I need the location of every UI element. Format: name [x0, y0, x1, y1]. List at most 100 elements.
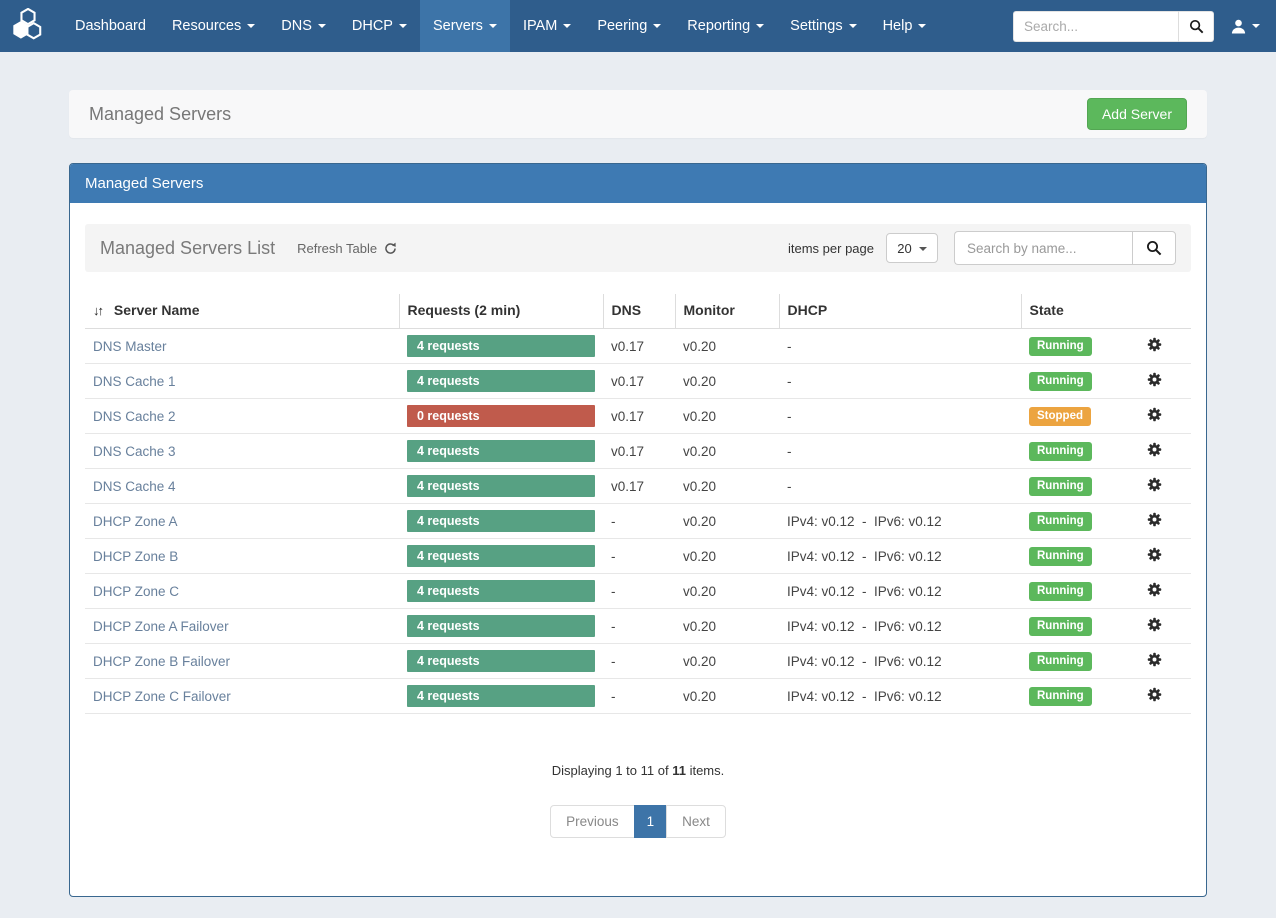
table-row: DNS Cache 2 0 requests v0.17 v0.20 - Sto… [85, 399, 1191, 434]
chevron-down-icon [563, 24, 571, 28]
server-settings-button[interactable] [1147, 407, 1162, 422]
requests-progress-bar: 4 requests [407, 440, 595, 462]
nav-item-dns[interactable]: DNS [268, 0, 339, 52]
server-settings-button[interactable] [1147, 652, 1162, 667]
gear-icon [1147, 337, 1162, 352]
displaying-suffix: items. [690, 763, 725, 778]
server-name-link[interactable]: DHCP Zone A Failover [93, 619, 229, 634]
dns-version: v0.17 [603, 364, 675, 399]
dhcp-versions: - [779, 434, 1021, 469]
nav-label: DHCP [352, 18, 393, 34]
refresh-icon [384, 242, 397, 255]
items-per-page-select[interactable]: 20 [886, 233, 938, 263]
dns-version: - [603, 504, 675, 539]
app-logo[interactable] [0, 0, 62, 52]
monitor-version: v0.20 [675, 364, 779, 399]
server-settings-button[interactable] [1147, 582, 1162, 597]
panel-title: Managed Servers [70, 164, 1206, 203]
server-settings-button[interactable] [1147, 617, 1162, 632]
column-header-monitor: Monitor [675, 294, 779, 329]
main-nav: Dashboard Resources DNS DHCP Servers IPA… [62, 0, 939, 52]
dhcp-versions: IPv4: v0.12 - IPv6: v0.12 [779, 574, 1021, 609]
requests-progress-bar: 4 requests [407, 370, 595, 392]
items-per-page-label: items per page [788, 241, 874, 256]
monitor-version: v0.20 [675, 434, 779, 469]
column-header-server-name[interactable]: ↓↑ Server Name [85, 294, 399, 329]
chevron-down-icon [849, 24, 857, 28]
gear-icon [1147, 477, 1162, 492]
gear-icon [1147, 582, 1162, 597]
server-name-link[interactable]: DHCP Zone C Failover [93, 689, 231, 704]
table-search-input[interactable] [954, 231, 1132, 265]
column-header-dhcp: DHCP [779, 294, 1021, 329]
dhcp-versions: - [779, 364, 1021, 399]
pagination-page-1-button[interactable]: 1 [634, 805, 668, 838]
nav-label: Resources [172, 18, 241, 34]
server-settings-button[interactable] [1147, 512, 1162, 527]
nav-item-dhcp[interactable]: DHCP [339, 0, 420, 52]
user-menu[interactable] [1230, 18, 1260, 35]
server-settings-button[interactable] [1147, 477, 1162, 492]
server-settings-button[interactable] [1147, 372, 1162, 387]
pagination-previous-button[interactable]: Previous [550, 805, 635, 838]
nav-label: DNS [281, 18, 312, 34]
add-server-button[interactable]: Add Server [1087, 98, 1187, 130]
chevron-down-icon [1252, 24, 1260, 28]
monitor-version: v0.20 [675, 539, 779, 574]
server-settings-button[interactable] [1147, 547, 1162, 562]
list-title: Managed Servers List [100, 238, 275, 259]
nav-item-settings[interactable]: Settings [777, 0, 869, 52]
column-header-actions [1117, 294, 1191, 329]
monitor-version: v0.20 [675, 609, 779, 644]
nav-item-resources[interactable]: Resources [159, 0, 268, 52]
items-per-page-value: 20 [897, 241, 911, 256]
server-name-link[interactable]: DHCP Zone B [93, 549, 178, 564]
server-name-link[interactable]: DNS Master [93, 339, 167, 354]
server-name-link[interactable]: DNS Cache 1 [93, 374, 176, 389]
gear-icon [1147, 372, 1162, 387]
state-badge: Running [1029, 477, 1092, 496]
managed-servers-panel: Managed Servers Managed Servers List Ref… [69, 163, 1207, 897]
global-search-button[interactable] [1178, 11, 1214, 42]
nav-item-peering[interactable]: Peering [584, 0, 674, 52]
gear-icon [1147, 442, 1162, 457]
dhcp-versions: - [779, 399, 1021, 434]
column-header-requests: Requests (2 min) [399, 294, 603, 329]
server-name-link[interactable]: DHCP Zone C [93, 584, 179, 599]
server-settings-button[interactable] [1147, 337, 1162, 352]
chevron-down-icon [756, 24, 764, 28]
server-name-link[interactable]: DHCP Zone A [93, 514, 178, 529]
global-search-input[interactable] [1013, 11, 1178, 42]
server-name-link[interactable]: DNS Cache 3 [93, 444, 176, 459]
nav-item-servers[interactable]: Servers [420, 0, 510, 52]
dhcp-versions: IPv4: v0.12 - IPv6: v0.12 [779, 504, 1021, 539]
table-row: DHCP Zone A 4 requests - v0.20 IPv4: v0.… [85, 504, 1191, 539]
server-name-link[interactable]: DNS Cache 4 [93, 479, 176, 494]
nav-label: Servers [433, 18, 483, 34]
refresh-table-link[interactable]: Refresh Table [297, 241, 397, 256]
server-name-link[interactable]: DHCP Zone B Failover [93, 654, 230, 669]
refresh-label: Refresh Table [297, 241, 377, 256]
state-badge: Running [1029, 687, 1092, 706]
nav-item-reporting[interactable]: Reporting [674, 0, 777, 52]
state-badge: Running [1029, 652, 1092, 671]
server-name-link[interactable]: DNS Cache 2 [93, 409, 176, 424]
top-navbar: Dashboard Resources DNS DHCP Servers IPA… [0, 0, 1276, 52]
nav-item-dashboard[interactable]: Dashboard [62, 0, 159, 52]
dns-version: - [603, 609, 675, 644]
dns-version: v0.17 [603, 399, 675, 434]
table-toolbar: Managed Servers List Refresh Table items… [85, 224, 1191, 272]
sort-icon[interactable]: ↓↑ [93, 303, 102, 318]
dhcp-versions: IPv4: v0.12 - IPv6: v0.12 [779, 609, 1021, 644]
nav-item-ipam[interactable]: IPAM [510, 0, 584, 52]
server-settings-button[interactable] [1147, 687, 1162, 702]
table-search-button[interactable] [1132, 231, 1176, 265]
displaying-prefix: Displaying 1 to 11 of [552, 763, 669, 778]
nav-label: Dashboard [75, 18, 146, 34]
navbar-right [1013, 0, 1276, 52]
server-settings-button[interactable] [1147, 442, 1162, 457]
dns-version: v0.17 [603, 469, 675, 504]
nav-item-help[interactable]: Help [870, 0, 940, 52]
pagination-next-button[interactable]: Next [666, 805, 726, 838]
page-title: Managed Servers [89, 104, 231, 125]
